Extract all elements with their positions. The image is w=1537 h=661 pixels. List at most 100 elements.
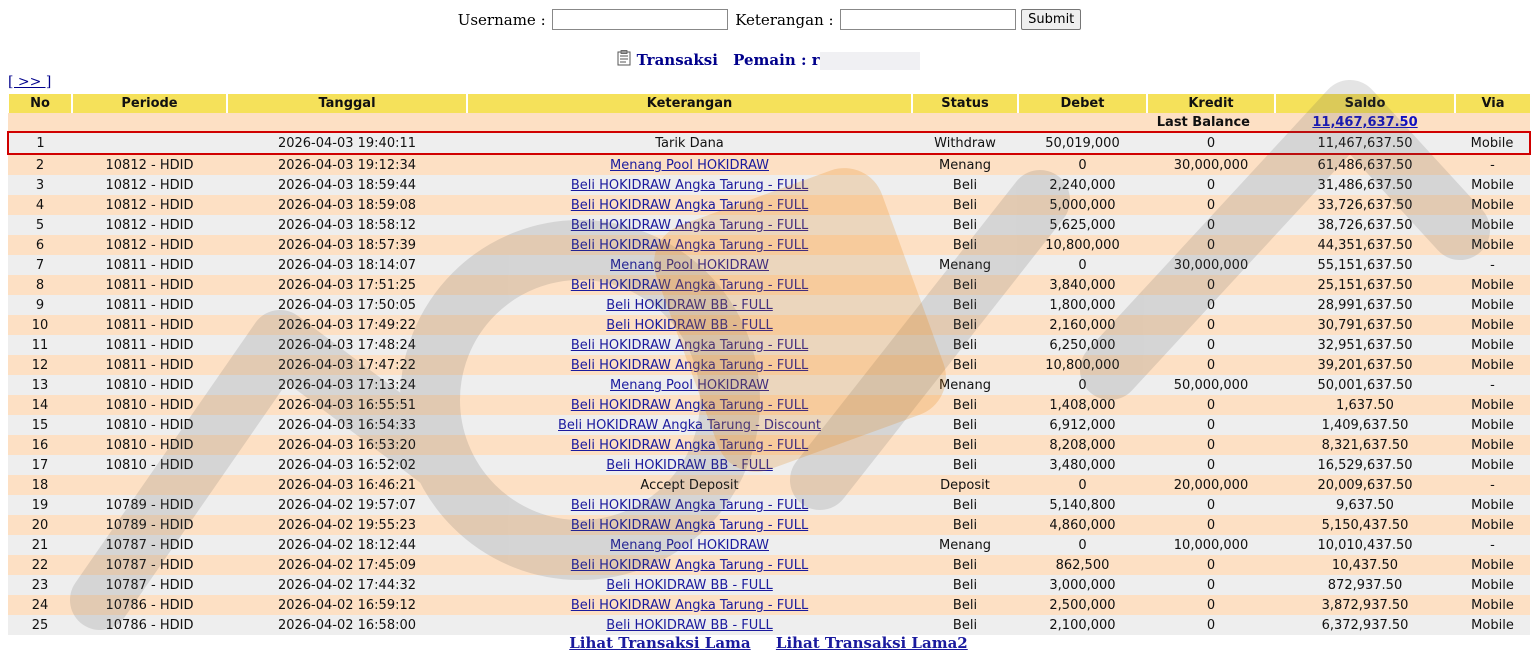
table-row: 3 10812 - HDID 2026-04-03 18:59:44 Beli HOK… [8, 175, 1530, 195]
cell-no: 20 [8, 515, 72, 535]
cell-debet: 862,500 [1018, 555, 1147, 575]
keterangan-link[interactable]: Beli HOKIDRAW Angka Tarung - FULL [571, 438, 808, 453]
keterangan-link[interactable]: Beli HOKIDRAW Angka Tarung - FULL [571, 178, 808, 193]
cell-kredit: 0 [1147, 495, 1275, 515]
cell-saldo: 9,637.50 [1275, 495, 1455, 515]
col-periode: Periode [71, 94, 227, 113]
cell-via: Mobile [1455, 235, 1530, 255]
cell-tanggal: 2026-04-03 18:59:08 [227, 195, 467, 215]
keterangan-link[interactable]: Beli HOKIDRAW Angka Tarung - FULL [571, 498, 808, 513]
cell-keterangan: Beli HOKIDRAW Angka Tarung - FULL [467, 195, 912, 215]
keterangan-link[interactable]: Beli HOKIDRAW Angka Tarung - FULL [571, 358, 808, 373]
cell-keterangan: Beli HOKIDRAW Angka Tarung - FULL [467, 515, 912, 535]
cell-via: - [1455, 255, 1530, 275]
cell-tanggal: 2026-04-03 16:53:20 [227, 435, 467, 455]
cell-tanggal: 2026-04-02 19:55:23 [227, 515, 467, 535]
cell-debet: 0 [1018, 535, 1147, 555]
cell-kredit: 0 [1147, 395, 1275, 415]
cell-via: Mobile [1455, 131, 1531, 155]
keterangan-link[interactable]: Beli HOKIDRAW Angka Tarung - FULL [571, 558, 808, 573]
cell-keterangan: Beli HOKIDRAW Angka Tarung - FULL [467, 215, 912, 235]
cell-periode: 10811 - HDID [72, 275, 227, 295]
keterangan-link[interactable]: Beli HOKIDRAW Angka Tarung - FULL [571, 398, 808, 413]
cell-kredit: 0 [1147, 435, 1275, 455]
cell-debet: 2,100,000 [1018, 615, 1147, 635]
cell-periode: 10810 - HDID [72, 435, 227, 455]
cell-tanggal: 2026-04-03 17:48:24 [227, 335, 467, 355]
cell-status: Beli [912, 515, 1018, 535]
cell-kredit: 0 [1147, 215, 1275, 235]
cell-periode: 10812 - HDID [72, 175, 227, 195]
cell-saldo: 8,321,637.50 [1275, 435, 1455, 455]
col-debet: Debet [1017, 94, 1147, 113]
cell-debet: 5,000,000 [1018, 195, 1147, 215]
keterangan-link[interactable]: Beli HOKIDRAW BB - FULL [606, 458, 773, 473]
keterangan-link[interactable]: Beli HOKIDRAW Angka Tarung - Discount [558, 418, 821, 433]
keterangan-link[interactable]: Beli HOKIDRAW BB - FULL [606, 298, 773, 313]
keterangan-link[interactable]: Menang Pool HOKIDRAW [610, 258, 769, 273]
keterangan-link[interactable]: Beli HOKIDRAW BB - FULL [606, 618, 773, 633]
submit-button[interactable]: Submit [1021, 9, 1082, 30]
cell-no: 14 [8, 395, 72, 415]
cell-no: 25 [8, 615, 72, 635]
cell-periode: 10812 - HDID [72, 215, 227, 235]
cell-no: 9 [8, 295, 72, 315]
table-row: 13 10810 - HDID 2026-04-03 17:13:24 Menang … [8, 375, 1530, 395]
table-row: 8 10811 - HDID 2026-04-03 17:51:25 Beli HOK… [8, 275, 1530, 295]
cell-saldo: 6,372,937.50 [1275, 615, 1455, 635]
cell-status: Beli [912, 315, 1018, 335]
transaction-table: No Periode Tanggal Keterangan Status Deb… [7, 94, 1531, 635]
table-row: 23 10787 - HDID 2026-04-02 17:44:32 Beli HO… [8, 575, 1530, 595]
cell-saldo: 10,437.50 [1275, 555, 1455, 575]
last-balance-value[interactable]: 11,467,637.50 [1275, 113, 1455, 132]
cell-periode [72, 475, 227, 495]
keterangan-link[interactable]: Beli HOKIDRAW Angka Tarung - FULL [571, 338, 808, 353]
last-balance-row: Last Balance 11,467,637.50 [8, 113, 1530, 132]
cell-via: Mobile [1455, 615, 1530, 635]
cell-keterangan: Menang Pool HOKIDRAW [467, 375, 912, 395]
cell-periode: 10787 - HDID [72, 535, 227, 555]
cell-via: Mobile [1455, 555, 1530, 575]
cell-debet: 3,000,000 [1018, 575, 1147, 595]
keterangan-link[interactable]: Menang Pool HOKIDRAW [610, 538, 769, 553]
cell-debet: 0 [1018, 475, 1147, 495]
col-tanggal: Tanggal [226, 94, 467, 113]
keterangan-label: Keterangan : [735, 10, 834, 29]
cell-via: Mobile [1455, 495, 1530, 515]
keterangan-link[interactable]: Beli HOKIDRAW Angka Tarung - FULL [571, 598, 808, 613]
keterangan-link[interactable]: Beli HOKIDRAW Angka Tarung - FULL [571, 198, 808, 213]
keterangan-input[interactable] [840, 9, 1017, 30]
cell-via: Mobile [1455, 395, 1530, 415]
cell-kredit: 30,000,000 [1147, 255, 1275, 275]
cell-saldo: 872,937.50 [1275, 575, 1455, 595]
col-status: Status [911, 94, 1018, 113]
old-transactions-2-link[interactable]: Lihat Transaksi Lama2 [776, 634, 968, 652]
table-row: 7 10811 - HDID 2026-04-03 18:14:07 Menang P… [8, 255, 1530, 275]
keterangan-link[interactable]: Beli HOKIDRAW BB - FULL [606, 318, 773, 333]
keterangan-link[interactable]: Menang Pool HOKIDRAW [610, 158, 769, 173]
keterangan-link[interactable]: Menang Pool HOKIDRAW [610, 378, 769, 393]
old-transactions-link[interactable]: Lihat Transaksi Lama [569, 634, 750, 652]
keterangan-link[interactable]: Beli HOKIDRAW Angka Tarung - FULL [571, 238, 808, 253]
cell-no: 7 [8, 255, 72, 275]
cell-kredit: 0 [1147, 515, 1275, 535]
keterangan-link[interactable]: Beli HOKIDRAW Angka Tarung - FULL [571, 518, 808, 533]
cell-status: Beli [912, 615, 1018, 635]
table-row: 5 10812 - HDID 2026-04-03 18:58:12 Beli HOK… [8, 215, 1530, 235]
cell-no: 11 [8, 335, 72, 355]
cell-status: Beli [912, 495, 1018, 515]
cell-kredit: 0 [1147, 355, 1275, 375]
cell-tanggal: 2026-04-03 19:12:34 [227, 154, 467, 175]
cell-no: 2 [8, 154, 72, 175]
cell-periode: 10810 - HDID [72, 415, 227, 435]
username-input[interactable] [552, 9, 729, 30]
next-page-link[interactable]: [ >> ] [8, 74, 51, 90]
cell-debet: 3,840,000 [1018, 275, 1147, 295]
keterangan-link[interactable]: Beli HOKIDRAW Angka Tarung - FULL [571, 278, 808, 293]
cell-saldo: 1,637.50 [1275, 395, 1455, 415]
keterangan-link[interactable]: Beli HOKIDRAW Angka Tarung - FULL [571, 218, 808, 233]
cell-debet: 1,800,000 [1018, 295, 1147, 315]
cell-keterangan: Beli HOKIDRAW Angka Tarung - FULL [467, 175, 912, 195]
cell-status: Beli [912, 215, 1018, 235]
keterangan-link[interactable]: Beli HOKIDRAW BB - FULL [606, 578, 773, 593]
